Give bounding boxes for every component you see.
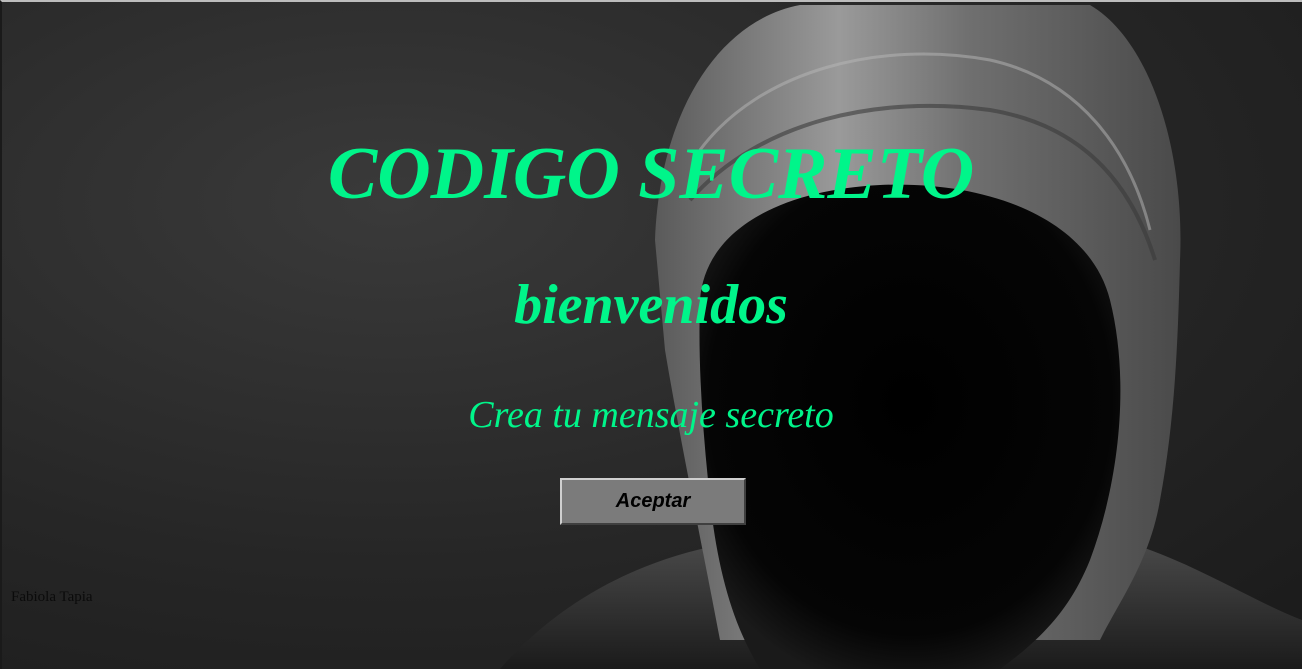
tagline-text: Crea tu mensaje secreto	[468, 394, 834, 436]
welcome-heading: bienvenidos	[514, 274, 788, 336]
page-title: CODIGO SECRETO	[327, 133, 975, 215]
accept-button[interactable]: Aceptar	[560, 478, 746, 525]
author-credit: Fabiola Tapia	[11, 589, 93, 605]
